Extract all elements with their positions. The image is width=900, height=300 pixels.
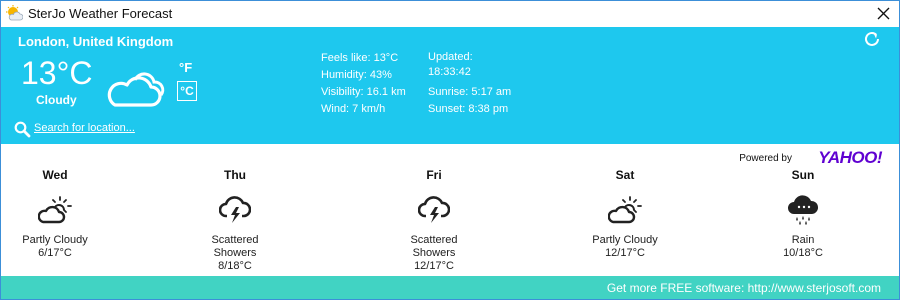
visibility: Visibility: 16.1 km [321, 86, 406, 98]
forecast-day-name: Sat [615, 168, 635, 182]
powered-by: Powered by YAHOO! [739, 148, 882, 167]
thunder-shower-icon [374, 190, 494, 230]
cloudy-icon [105, 68, 169, 113]
sunrise: Sunrise: 5:17 am [428, 86, 512, 98]
forecast-condition: Scattered Showers [374, 234, 494, 260]
celsius-toggle[interactable]: °C [177, 81, 197, 101]
forecast-day: Wed Partly Cloudy 6/17°C [0, 168, 115, 259]
forecast-condition-line1: Scattered [211, 234, 259, 246]
current-condition: Cloudy [36, 93, 77, 107]
footer-link[interactable]: Get more FREE software: http://www.sterj… [607, 281, 881, 295]
wind: Wind: 7 km/h [321, 103, 386, 115]
title-bar: SterJo Weather Forecast [0, 0, 900, 27]
app-sun-cloud-icon [6, 5, 24, 22]
humidity: Humidity: 43% [321, 69, 392, 81]
forecast-temps: 8/18°C [218, 260, 252, 272]
forecast-temps: 10/18°C [783, 247, 823, 259]
forecast-day-name: Fri [426, 168, 442, 182]
location-name: London, United Kingdom [18, 34, 174, 49]
forecast-temps: 6/17°C [38, 247, 72, 259]
updated-time: 18:33:42 [428, 66, 471, 78]
partly-cloudy-icon [0, 190, 115, 230]
powered-by-label: Powered by [739, 153, 792, 164]
current-temperature: 13°C [21, 55, 93, 91]
forecast-condition: Scattered Showers [175, 234, 295, 260]
forecast-day: Fri Scattered Showers 12/17°C [374, 168, 494, 272]
forecast-day: Sat Partly Cloudy 12/17°C [565, 168, 685, 259]
yahoo-logo: YAHOO! [818, 148, 882, 167]
forecast-day: Thu Scattered Showers 8/18°C [175, 168, 295, 272]
forecast-condition-line1: Partly Cloudy [22, 234, 88, 246]
forecast-day: Sun Rain 10/18°C [743, 168, 863, 259]
search-location-label[interactable]: Search for location... [34, 122, 135, 134]
updated-label: Updated: [428, 51, 473, 63]
updated-info: Updated: 18:33:42 [428, 50, 473, 80]
footer-link-bar[interactable]: Get more FREE software: http://www.sterj… [1, 276, 899, 300]
forecast-day-name: Thu [224, 168, 246, 182]
feels-like: Feels like: 13°C [321, 52, 399, 64]
search-icon [14, 121, 31, 138]
forecast-temps: 12/17°C [605, 247, 645, 259]
forecast-condition-line1: Partly Cloudy [592, 234, 658, 246]
window-title: SterJo Weather Forecast [28, 6, 173, 21]
refresh-icon[interactable] [863, 30, 881, 53]
forecast-day-name: Wed [42, 168, 68, 182]
fahrenheit-toggle[interactable]: °F [179, 60, 192, 75]
close-button[interactable] [866, 0, 900, 27]
forecast-condition-line2: Showers [412, 247, 456, 259]
thunder-shower-icon [175, 190, 295, 230]
close-icon [877, 7, 890, 20]
forecast-temps: 12/17°C [414, 260, 454, 272]
forecast-day-name: Sun [791, 168, 815, 182]
current-weather-panel: London, United Kingdom 13°C Cloudy °F °C… [1, 27, 899, 144]
forecast-condition-line1: Scattered [410, 234, 458, 246]
weather-details: Feels like: 13°C Humidity: 43% Visibilit… [321, 50, 406, 118]
forecast-condition-line2: Showers [213, 247, 257, 259]
partly-cloudy-icon [565, 190, 685, 230]
rain-icon [743, 190, 863, 230]
sun-times: Sunrise: 5:17 am Sunset: 8:38 pm [428, 84, 511, 118]
sunset: Sunset: 8:38 pm [428, 103, 509, 115]
forecast-condition-line1: Rain [791, 234, 815, 246]
